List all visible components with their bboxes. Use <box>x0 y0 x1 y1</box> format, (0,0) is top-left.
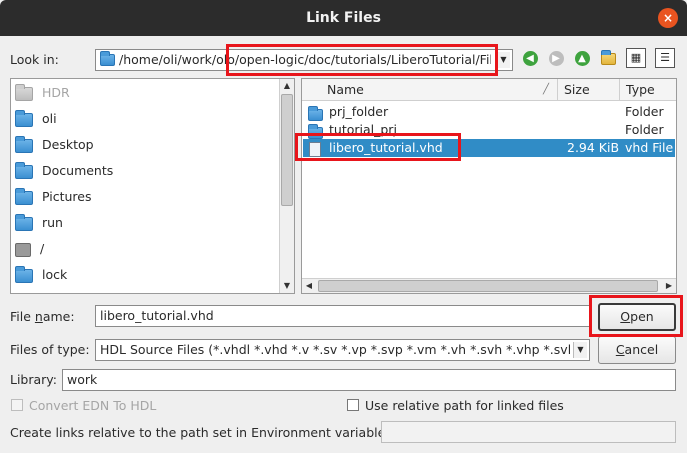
sidebar-item-label: Documents <box>42 163 114 178</box>
env-variable-field[interactable] <box>381 421 676 443</box>
file-type-cell: vhd File <box>625 140 674 155</box>
env-variable-label: Create links relative to the path set in… <box>10 425 390 440</box>
column-header-size[interactable]: Size <box>558 79 620 101</box>
sidebar-item-label: oli <box>42 111 57 126</box>
sidebar-item-label: Pictures <box>42 189 92 204</box>
sidebar: HDR oli Desktop Documents Pictures run /… <box>10 78 295 294</box>
sidebar-item-label: lock <box>42 267 68 282</box>
file-name-label: File name: <box>10 309 75 324</box>
sidebar-item-oli[interactable]: oli <box>15 106 57 132</box>
file-type-value: HDL Source Files (*.vhdl *.vhd *.v *.sv … <box>100 342 570 357</box>
file-type-cell: Folder <box>625 122 664 137</box>
table-row[interactable]: tutorial_prj Folder <box>303 121 675 139</box>
sidebar-item-pictures[interactable]: Pictures <box>15 184 92 210</box>
library-field[interactable]: work <box>62 369 676 391</box>
file-type-label: Files of type: <box>10 342 90 357</box>
folder-icon <box>308 123 323 139</box>
file-type-select[interactable]: HDL Source Files (*.vhdl *.vhd *.v *.sv … <box>95 339 590 361</box>
back-arrow-icon[interactable]: ◀ <box>519 48 541 70</box>
file-name-cell: libero_tutorial.vhd <box>329 140 443 155</box>
sidebar-item-label: run <box>42 215 63 230</box>
library-label: Library: <box>10 372 58 387</box>
sidebar-item-documents[interactable]: Documents <box>15 158 113 184</box>
file-list: Name ╱ Size Type prj_folder Folder tutor… <box>301 78 677 294</box>
new-folder-icon[interactable] <box>597 48 619 70</box>
sidebar-item-root[interactable]: / <box>15 236 44 262</box>
folder-icon <box>15 213 33 231</box>
title-bar: Link Files × <box>0 0 687 36</box>
file-type-cell: Folder <box>625 104 664 119</box>
chevron-down-icon[interactable]: ▼ <box>496 52 510 68</box>
forward-arrow-icon[interactable]: ▶ <box>545 48 567 70</box>
folder-icon <box>15 109 33 127</box>
file-name-cell: tutorial_prj <box>329 122 397 137</box>
file-list-scrollbar[interactable]: ◀ ▶ <box>302 278 676 293</box>
window-title: Link Files <box>306 10 381 26</box>
cancel-button[interactable]: Cancel <box>598 336 676 364</box>
detail-view-icon[interactable]: ☰ <box>655 48 675 68</box>
drive-icon <box>15 242 31 257</box>
close-icon[interactable]: × <box>658 8 678 28</box>
look-in-path: /home/oli/work/olo/open-logic/doc/tutori… <box>119 52 491 67</box>
folder-icon <box>15 187 33 205</box>
sidebar-item-lock[interactable]: lock <box>15 262 67 288</box>
sidebar-item-label: / <box>40 241 45 256</box>
scroll-thumb[interactable] <box>281 94 293 206</box>
look-in-label: Look in: <box>10 52 59 67</box>
folder-icon <box>15 135 33 153</box>
sidebar-scrollbar[interactable]: ▲ ▼ <box>279 79 294 293</box>
column-header-label: Size <box>564 82 590 97</box>
folder-icon <box>15 161 33 179</box>
sidebar-item-hdr[interactable]: HDR <box>15 80 70 106</box>
list-view-icon[interactable]: ▦ <box>626 48 646 68</box>
sidebar-item-desktop[interactable]: Desktop <box>15 132 94 158</box>
sidebar-item-run[interactable]: run <box>15 210 63 236</box>
scroll-up-icon[interactable]: ▲ <box>280 79 294 93</box>
file-icon <box>309 142 321 157</box>
folder-icon <box>15 265 33 283</box>
scroll-right-icon[interactable]: ▶ <box>662 279 676 293</box>
folder-icon <box>15 83 33 101</box>
scroll-down-icon[interactable]: ▼ <box>280 279 294 293</box>
file-name-field[interactable]: libero_tutorial.vhd <box>95 305 590 327</box>
relative-path-checkbox[interactable] <box>347 399 359 411</box>
column-header-type[interactable]: Type <box>620 79 676 101</box>
column-header-label: Name <box>327 82 364 97</box>
column-header-label: Type <box>626 82 655 97</box>
table-row[interactable]: prj_folder Folder <box>303 103 675 121</box>
look-in-combo[interactable]: /home/oli/work/olo/open-logic/doc/tutori… <box>95 49 513 71</box>
open-button[interactable]: Open <box>598 303 676 331</box>
folder-icon <box>308 105 323 121</box>
file-name-cell: prj_folder <box>329 104 389 119</box>
sidebar-item-label: Desktop <box>42 137 94 152</box>
table-row-selected[interactable]: libero_tutorial.vhd 2.94 KiB vhd File <box>303 139 675 157</box>
scroll-left-icon[interactable]: ◀ <box>302 279 316 293</box>
relative-path-label: Use relative path for linked files <box>365 398 564 413</box>
column-header-name[interactable]: Name ╱ <box>302 79 558 101</box>
convert-edn-label: Convert EDN To HDL <box>29 398 157 413</box>
convert-edn-checkbox[interactable] <box>11 399 23 411</box>
scroll-thumb[interactable] <box>318 280 658 292</box>
folder-icon <box>100 51 115 66</box>
sidebar-item-label: HDR <box>42 85 70 100</box>
chevron-down-icon[interactable]: ▼ <box>573 342 587 358</box>
file-size-cell: 2.94 KiB <box>567 140 620 155</box>
sort-indicator-icon: ╱ <box>542 84 549 95</box>
up-arrow-icon[interactable]: ▲ <box>571 48 593 70</box>
